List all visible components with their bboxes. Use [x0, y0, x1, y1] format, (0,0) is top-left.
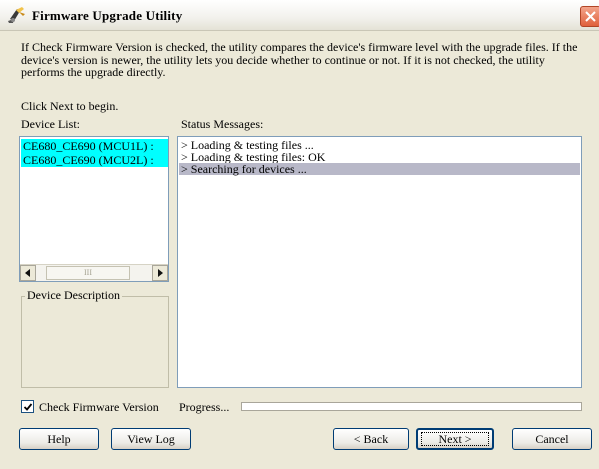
checkmark-icon — [23, 403, 33, 411]
close-button[interactable] — [580, 6, 599, 27]
next-button[interactable]: Next > — [416, 428, 494, 450]
cancel-button[interactable]: Cancel — [512, 428, 592, 450]
title-bar[interactable]: Firmware Upgrade Utility — [0, 0, 599, 31]
check-firmware-checkbox[interactable] — [21, 400, 34, 413]
description-text: If Check Firmware Version is checked, th… — [21, 40, 578, 79]
progress-label: Progress... — [179, 400, 230, 414]
status-messages-box[interactable]: > Loading & testing files ... > Loading … — [177, 136, 582, 388]
horizontal-scrollbar[interactable]: III — [20, 264, 168, 281]
close-icon — [585, 11, 596, 22]
view-log-button[interactable]: View Log — [111, 428, 191, 450]
instruction-text: Click Next to begin. — [21, 99, 119, 113]
device-description-group — [21, 296, 169, 388]
firmware-upgrade-window: Firmware Upgrade Utility If Check Firmwa… — [0, 0, 599, 469]
progress-bar — [241, 402, 582, 411]
device-list-label: Device List: — [21, 117, 80, 131]
scroll-right-button[interactable] — [152, 265, 168, 281]
status-messages-label: Status Messages: — [181, 117, 264, 131]
status-message-highlighted: > Searching for devices ... — [179, 163, 580, 175]
device-description-title: Device Description — [25, 288, 122, 303]
arrow-left-icon — [25, 269, 30, 277]
help-button[interactable]: Help — [19, 428, 99, 450]
back-button[interactable]: < Back — [333, 428, 409, 450]
scroll-thumb[interactable]: III — [46, 266, 130, 280]
device-list-item[interactable]: CE680_CE690 (MCU2L) : — [21, 153, 168, 167]
arrow-right-icon — [158, 269, 163, 277]
focus-rect — [421, 432, 489, 446]
scroll-left-button[interactable] — [20, 265, 36, 281]
device-list-item[interactable]: CE680_CE690 (MCU1L) : — [21, 139, 168, 153]
firmware-upgrade-icon — [7, 6, 27, 24]
check-firmware-label[interactable]: Check Firmware Version — [39, 400, 159, 415]
window-title: Firmware Upgrade Utility — [32, 8, 183, 23]
device-list[interactable]: CE680_CE690 (MCU1L) : CE680_CE690 (MCU2L… — [19, 136, 169, 282]
